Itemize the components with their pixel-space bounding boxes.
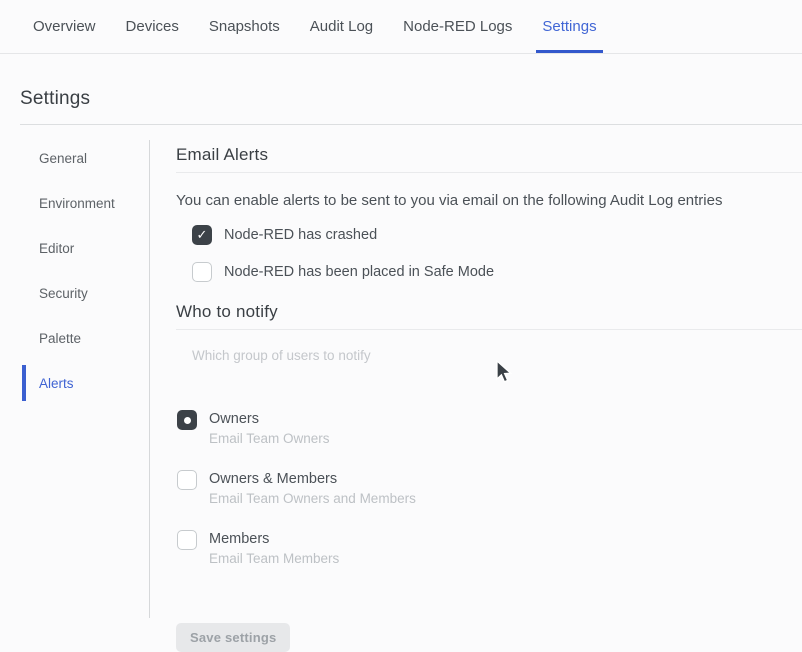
sidebar-item-security[interactable]: Security xyxy=(22,275,149,311)
tab-audit-log[interactable]: Audit Log xyxy=(304,0,379,53)
radio-members-label: Members xyxy=(209,531,339,547)
alerts-settings-panel: Email Alerts You can enable alerts to be… xyxy=(150,140,802,652)
tab-snapshots[interactable]: Snapshots xyxy=(203,0,286,53)
radio-owners-members[interactable] xyxy=(177,470,197,490)
who-to-notify-hint: Which group of users to notify xyxy=(192,348,802,363)
checkbox-row-crashed[interactable]: Node-RED has crashed xyxy=(192,225,802,245)
email-alerts-description: You can enable alerts to be sent to you … xyxy=(176,192,802,209)
checkbox-safe-mode[interactable] xyxy=(192,262,212,282)
radio-owners-description: Email Team Owners xyxy=(209,431,330,446)
checkbox-crashed[interactable] xyxy=(192,225,212,245)
page-title: Settings xyxy=(20,88,802,110)
content-area: General Environment Editor Security Pale… xyxy=(0,140,802,652)
title-divider xyxy=(20,124,802,125)
radio-owners-members-description: Email Team Owners and Members xyxy=(209,491,416,506)
sidebar-item-editor[interactable]: Editor xyxy=(22,230,149,266)
notify-option-owners[interactable]: Owners Email Team Owners xyxy=(177,410,802,446)
who-to-notify-section: Who to notify Which group of users to no… xyxy=(176,302,802,566)
settings-sidebar: General Environment Editor Security Pale… xyxy=(0,140,150,618)
sidebar-item-alerts[interactable]: Alerts xyxy=(22,365,149,401)
email-alerts-heading: Email Alerts xyxy=(176,145,802,173)
radio-owners-members-label: Owners & Members xyxy=(209,471,416,487)
sidebar-item-environment[interactable]: Environment xyxy=(22,185,149,221)
tab-settings[interactable]: Settings xyxy=(536,0,602,53)
save-settings-button[interactable]: Save settings xyxy=(176,623,290,652)
checkbox-safe-mode-label: Node-RED has been placed in Safe Mode xyxy=(224,264,494,280)
sidebar-item-general[interactable]: General xyxy=(22,140,149,176)
tab-overview[interactable]: Overview xyxy=(27,0,102,53)
notify-option-owners-members[interactable]: Owners & Members Email Team Owners and M… xyxy=(177,470,802,506)
who-to-notify-heading: Who to notify xyxy=(176,302,802,330)
notify-option-members[interactable]: Members Email Team Members xyxy=(177,530,802,566)
notify-options: Owners Email Team Owners Owners & Member… xyxy=(177,410,802,566)
email-alerts-options: Node-RED has crashed Node-RED has been p… xyxy=(192,225,802,282)
settings-page: Overview Devices Snapshots Audit Log Nod… xyxy=(0,0,802,640)
checkbox-row-safe-mode[interactable]: Node-RED has been placed in Safe Mode xyxy=(192,262,802,282)
page-title-area: Settings xyxy=(0,54,802,110)
tab-devices[interactable]: Devices xyxy=(120,0,185,53)
checkbox-crashed-label: Node-RED has crashed xyxy=(224,227,377,243)
top-navigation: Overview Devices Snapshots Audit Log Nod… xyxy=(0,0,802,54)
radio-members[interactable] xyxy=(177,530,197,550)
radio-owners[interactable] xyxy=(177,410,197,430)
tab-node-red-logs[interactable]: Node-RED Logs xyxy=(397,0,518,53)
radio-owners-label: Owners xyxy=(209,411,330,427)
radio-members-description: Email Team Members xyxy=(209,551,339,566)
sidebar-item-palette[interactable]: Palette xyxy=(22,320,149,356)
